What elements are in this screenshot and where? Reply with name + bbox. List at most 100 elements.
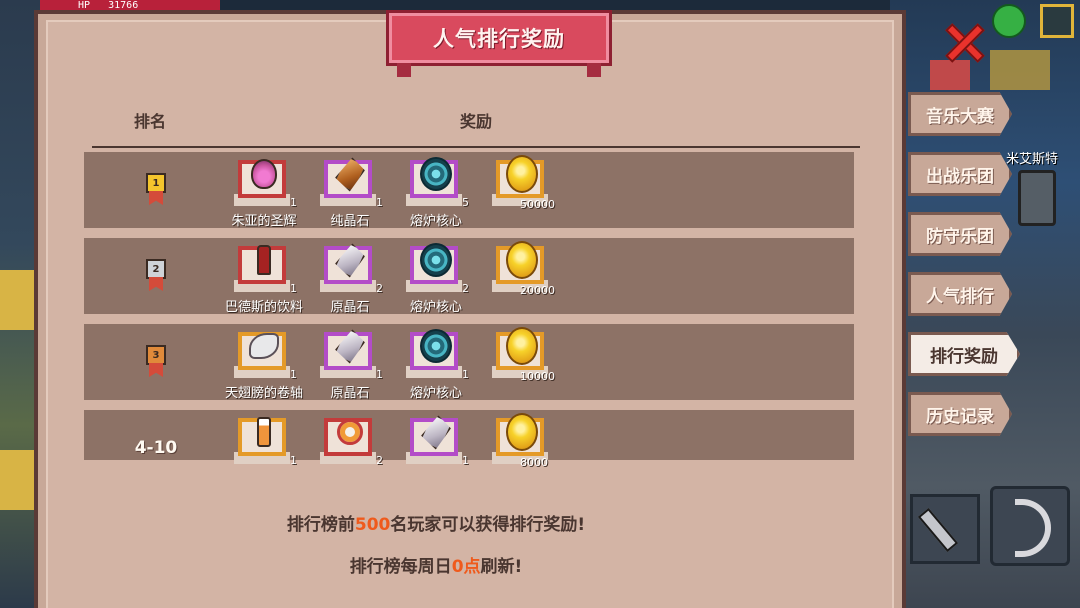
item-quantity: 1 bbox=[462, 368, 469, 381]
reward-item[interactable]: 1 原晶石 bbox=[320, 326, 383, 401]
column-header-rank: 排名 bbox=[134, 112, 167, 131]
item-quantity: 1 bbox=[290, 196, 297, 209]
tab-3[interactable]: 防守乐团 bbox=[908, 212, 1012, 256]
item-name: 巴德斯的饮料 bbox=[224, 300, 303, 315]
rank-number: 2 bbox=[146, 259, 166, 279]
core-icon bbox=[420, 157, 452, 191]
footer-text: 名玩家可以获得排行奖励! bbox=[390, 515, 586, 535]
coin-icon bbox=[506, 413, 538, 451]
table-row: 1 1 朱亚的圣辉 1 纯晶石 5 熔炉核心 50000 bbox=[84, 152, 854, 229]
tab-6[interactable]: 历史记录 bbox=[908, 392, 1012, 436]
reward-item[interactable]: 1 巴德斯的饮料 bbox=[225, 242, 303, 315]
rank-cell: 3 bbox=[124, 324, 188, 400]
rank-number: 1 bbox=[146, 173, 166, 193]
map-tile bbox=[930, 60, 970, 90]
sword-icon bbox=[917, 507, 959, 553]
tab-label: 排行奖励 bbox=[930, 346, 998, 367]
close-button[interactable] bbox=[944, 22, 986, 64]
tab-label: 人气排行 bbox=[926, 286, 994, 307]
item-quantity: 2 bbox=[376, 282, 383, 295]
bow-attack-button[interactable] bbox=[990, 486, 1070, 566]
page-title: 人气排行奖励 bbox=[433, 27, 565, 51]
item-quantity: 10000 bbox=[520, 370, 555, 383]
map-tile bbox=[990, 50, 1050, 90]
item-quantity: 1 bbox=[290, 368, 297, 381]
footer-line-top: 排行榜前500名玩家可以获得排行奖励! bbox=[0, 510, 872, 535]
reward-item[interactable]: 20000 bbox=[492, 241, 555, 302]
column-header-reward: 奖励 bbox=[460, 112, 493, 131]
item-quantity: 8000 bbox=[520, 456, 548, 469]
bottle-icon bbox=[257, 417, 271, 447]
item-name: 朱亚的圣辉 bbox=[231, 214, 297, 229]
exit-icon[interactable] bbox=[1040, 4, 1074, 38]
crystal-grey-icon bbox=[332, 326, 367, 365]
footer-text: 排行榜前 bbox=[286, 515, 355, 535]
reward-item[interactable]: 8000 bbox=[492, 413, 552, 474]
table-row: 2 1 巴德斯的饮料 2 原晶石 2 熔炉核心 20000 bbox=[84, 238, 854, 315]
coin-icon bbox=[506, 241, 538, 279]
reward-item[interactable]: 1 朱亚的圣辉 bbox=[231, 156, 297, 229]
reward-item[interactable]: 1 bbox=[234, 414, 297, 474]
footer-line-bottom: 排行榜每周日0点刷新! bbox=[0, 552, 872, 577]
header-divider bbox=[92, 146, 860, 148]
footer-highlight: 0点 bbox=[451, 557, 481, 577]
item-name: 纯晶石 bbox=[330, 214, 370, 229]
item-quantity: 1 bbox=[290, 282, 297, 295]
item-quantity: 1 bbox=[376, 196, 383, 209]
rank-cell: 2 bbox=[124, 238, 188, 314]
tab-2[interactable]: 出战乐团 bbox=[908, 152, 1012, 196]
footer-text: 刷新! bbox=[480, 557, 523, 577]
reward-item[interactable]: 1 bbox=[406, 412, 469, 474]
bow-icon bbox=[1015, 499, 1051, 557]
phone-icon[interactable] bbox=[1018, 170, 1056, 226]
item-quantity: 2 bbox=[376, 454, 383, 467]
footer-text: 排行榜每周日 bbox=[349, 557, 452, 577]
tab-4[interactable]: 人气排行 bbox=[908, 272, 1012, 316]
item-name: 原晶石 bbox=[330, 300, 370, 315]
tab-label: 出战乐团 bbox=[926, 166, 994, 187]
tab-5[interactable]: 排行奖励 bbox=[908, 332, 1020, 376]
item-name: 熔炉核心 bbox=[409, 386, 462, 401]
rank-cell: 1 bbox=[124, 152, 188, 228]
rank-medal-icon: 2 bbox=[146, 259, 166, 293]
cola-icon bbox=[257, 245, 271, 275]
rank-medal-icon: 3 bbox=[146, 345, 166, 379]
footer-highlight: 500 bbox=[354, 515, 391, 535]
item-name: 天翅膀的卷轴 bbox=[224, 386, 303, 401]
reward-item[interactable]: 50000 bbox=[492, 155, 555, 216]
reward-item[interactable]: 2 原晶石 bbox=[320, 240, 383, 315]
item-name: 熔炉核心 bbox=[409, 300, 462, 315]
reward-item[interactable]: 1 熔炉核心 bbox=[406, 328, 469, 401]
tab-label: 音乐大赛 bbox=[926, 106, 994, 127]
reward-item[interactable]: 10000 bbox=[492, 327, 555, 388]
crystal-gold-icon bbox=[332, 154, 367, 193]
table-row: 4-10 1 2 1 8000 bbox=[84, 410, 854, 469]
reward-item[interactable]: 5 熔炉核心 bbox=[406, 156, 469, 229]
item-name: 原晶石 bbox=[330, 386, 370, 401]
wing-icon bbox=[249, 333, 279, 359]
reward-item[interactable]: 1 天翅膀的卷轴 bbox=[225, 328, 303, 401]
tab-1[interactable]: 音乐大赛 bbox=[908, 92, 1012, 136]
item-quantity: 5 bbox=[462, 196, 469, 209]
medal-icon bbox=[337, 419, 363, 445]
reward-item[interactable]: 1 纯晶石 bbox=[320, 154, 383, 229]
rank-label: 4-10 bbox=[134, 438, 178, 458]
item-quantity: 50000 bbox=[520, 198, 555, 211]
crystal-grey-icon bbox=[332, 240, 367, 279]
globe-icon[interactable] bbox=[992, 4, 1026, 38]
tab-label: 防守乐团 bbox=[926, 226, 994, 247]
sword-attack-button[interactable] bbox=[910, 494, 980, 564]
item-quantity: 20000 bbox=[520, 284, 555, 297]
crystal-grey-icon bbox=[418, 412, 453, 451]
title-banner: 人气排行奖励 bbox=[386, 10, 612, 77]
potion-icon bbox=[251, 159, 277, 189]
item-name: 熔炉核心 bbox=[409, 214, 462, 229]
coin-icon bbox=[506, 155, 538, 193]
item-quantity: 2 bbox=[462, 282, 469, 295]
reward-item[interactable]: 2 熔炉核心 bbox=[406, 242, 469, 315]
npc-name-label: 米艾斯特 bbox=[1006, 152, 1059, 167]
core-icon bbox=[420, 243, 452, 277]
reward-item[interactable]: 2 bbox=[320, 414, 383, 474]
item-quantity: 1 bbox=[290, 454, 297, 467]
rank-cell: 4-10 bbox=[124, 410, 188, 486]
